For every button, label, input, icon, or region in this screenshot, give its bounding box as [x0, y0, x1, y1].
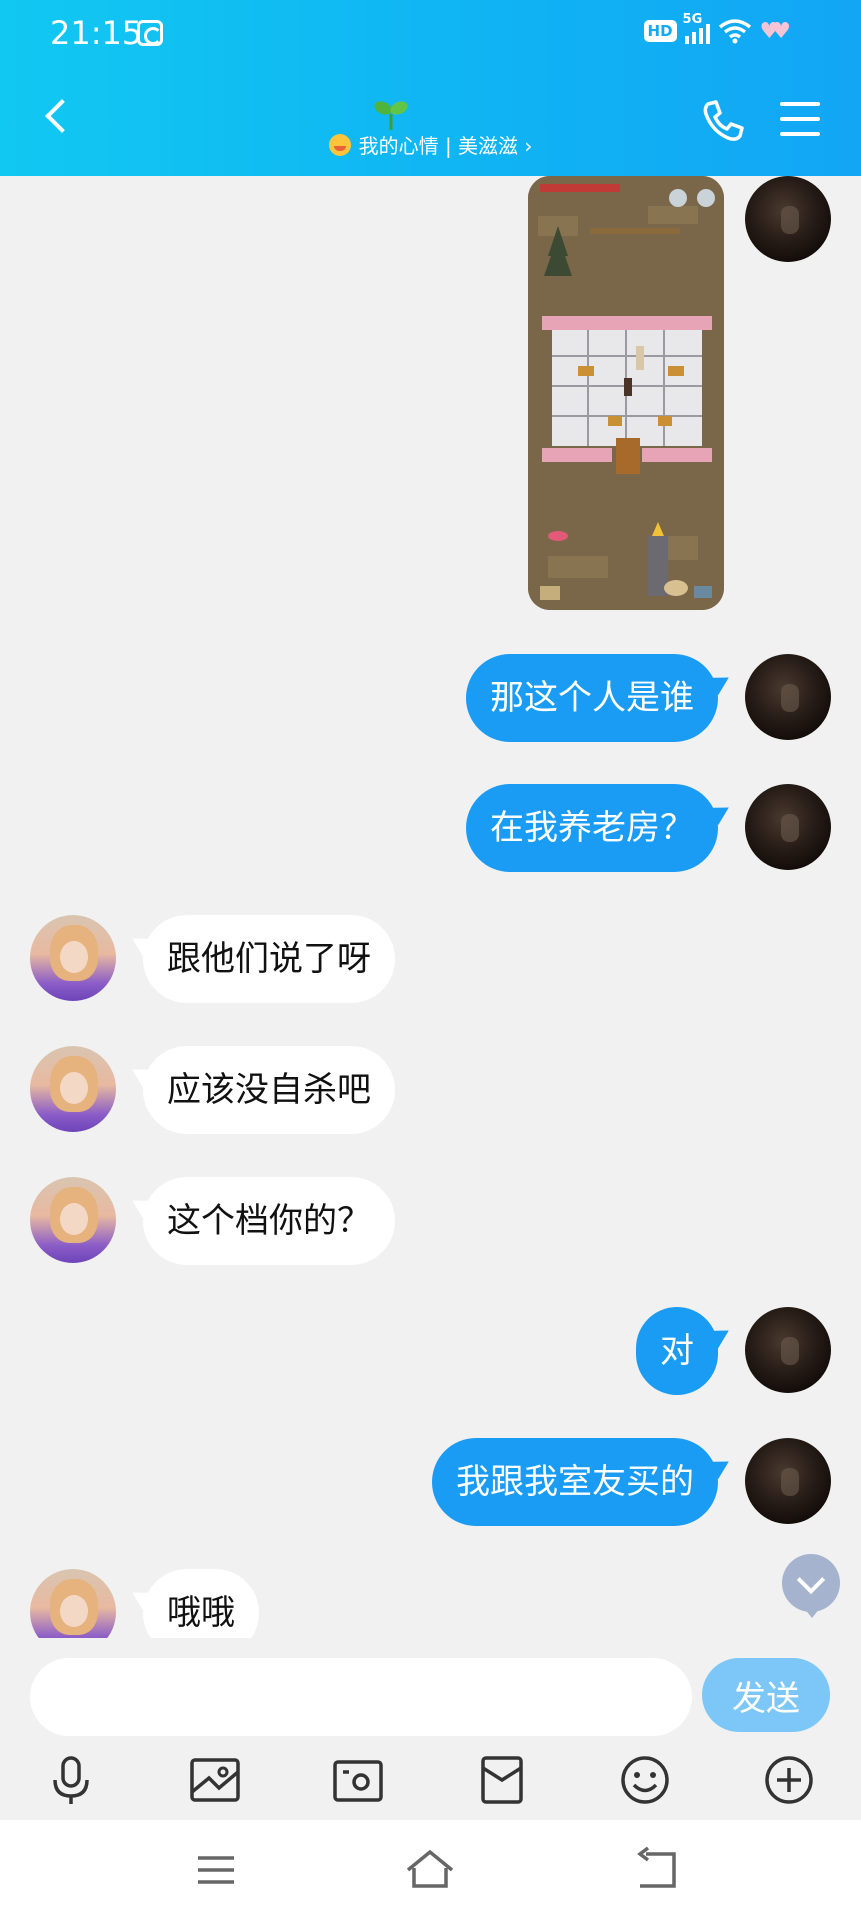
incoming-message[interactable]: 应该没自杀吧: [143, 1046, 395, 1134]
camera-icon[interactable]: [330, 1752, 386, 1808]
hd-badge: HD: [643, 20, 677, 42]
send-button[interactable]: 发送: [702, 1658, 830, 1732]
outgoing-message[interactable]: 我跟我室友买的: [432, 1438, 718, 1526]
my-avatar[interactable]: [745, 1438, 831, 1524]
cellular-signal-icon: 5G: [683, 12, 710, 44]
notification-app-icon: [137, 20, 163, 46]
emoji-icon[interactable]: [617, 1752, 673, 1808]
message-input[interactable]: [30, 1658, 692, 1736]
composer: 发送: [0, 1638, 861, 1820]
chat-title-text: 我的心情 | 美滋滋 ›: [358, 134, 533, 158]
recent-apps-icon[interactable]: [188, 1842, 244, 1898]
image-message[interactable]: [528, 176, 724, 610]
more-menu-icon[interactable]: [780, 102, 820, 138]
red-packet-icon[interactable]: [474, 1752, 530, 1808]
incoming-message[interactable]: 这个档你的？: [143, 1177, 395, 1265]
home-icon[interactable]: [402, 1842, 458, 1898]
composer-toolbar: [0, 1748, 861, 1820]
my-avatar[interactable]: [745, 1307, 831, 1393]
sprout-icon: [374, 101, 408, 130]
incoming-message[interactable]: 跟他们说了呀: [143, 915, 395, 1003]
my-avatar[interactable]: [745, 654, 831, 740]
microphone-icon[interactable]: [43, 1752, 99, 1808]
plus-icon[interactable]: [761, 1752, 817, 1808]
game-screenshot: [528, 176, 724, 610]
my-avatar[interactable]: [745, 176, 831, 262]
outgoing-message[interactable]: 那这个人是谁: [466, 654, 718, 742]
my-avatar[interactable]: [745, 784, 831, 870]
contact-avatar[interactable]: [30, 1177, 116, 1263]
image-icon[interactable]: [187, 1752, 243, 1808]
wifi-icon: [718, 19, 751, 44]
status-time: 21:15: [50, 14, 143, 52]
system-navigation-bar: [0, 1820, 861, 1920]
mood-emoji-icon: [328, 133, 351, 156]
chat-header: 21:15 HD 5G ♥♥ 我的心情 | 美滋滋 ›: [0, 0, 861, 176]
outgoing-message[interactable]: 对: [636, 1307, 718, 1395]
status-indicators: HD 5G ♥♥: [643, 12, 792, 44]
contact-avatar[interactable]: [30, 1046, 116, 1132]
contact-avatar[interactable]: [30, 915, 116, 1001]
phone-call-icon[interactable]: [700, 98, 746, 144]
hearts-icon: ♥♥: [759, 18, 792, 44]
scroll-to-bottom-button[interactable]: [782, 1554, 840, 1618]
outgoing-message[interactable]: 在我养老房？: [466, 784, 718, 872]
status-bar: 21:15 HD 5G ♥♥: [0, 0, 861, 70]
back-icon[interactable]: [630, 1842, 686, 1898]
